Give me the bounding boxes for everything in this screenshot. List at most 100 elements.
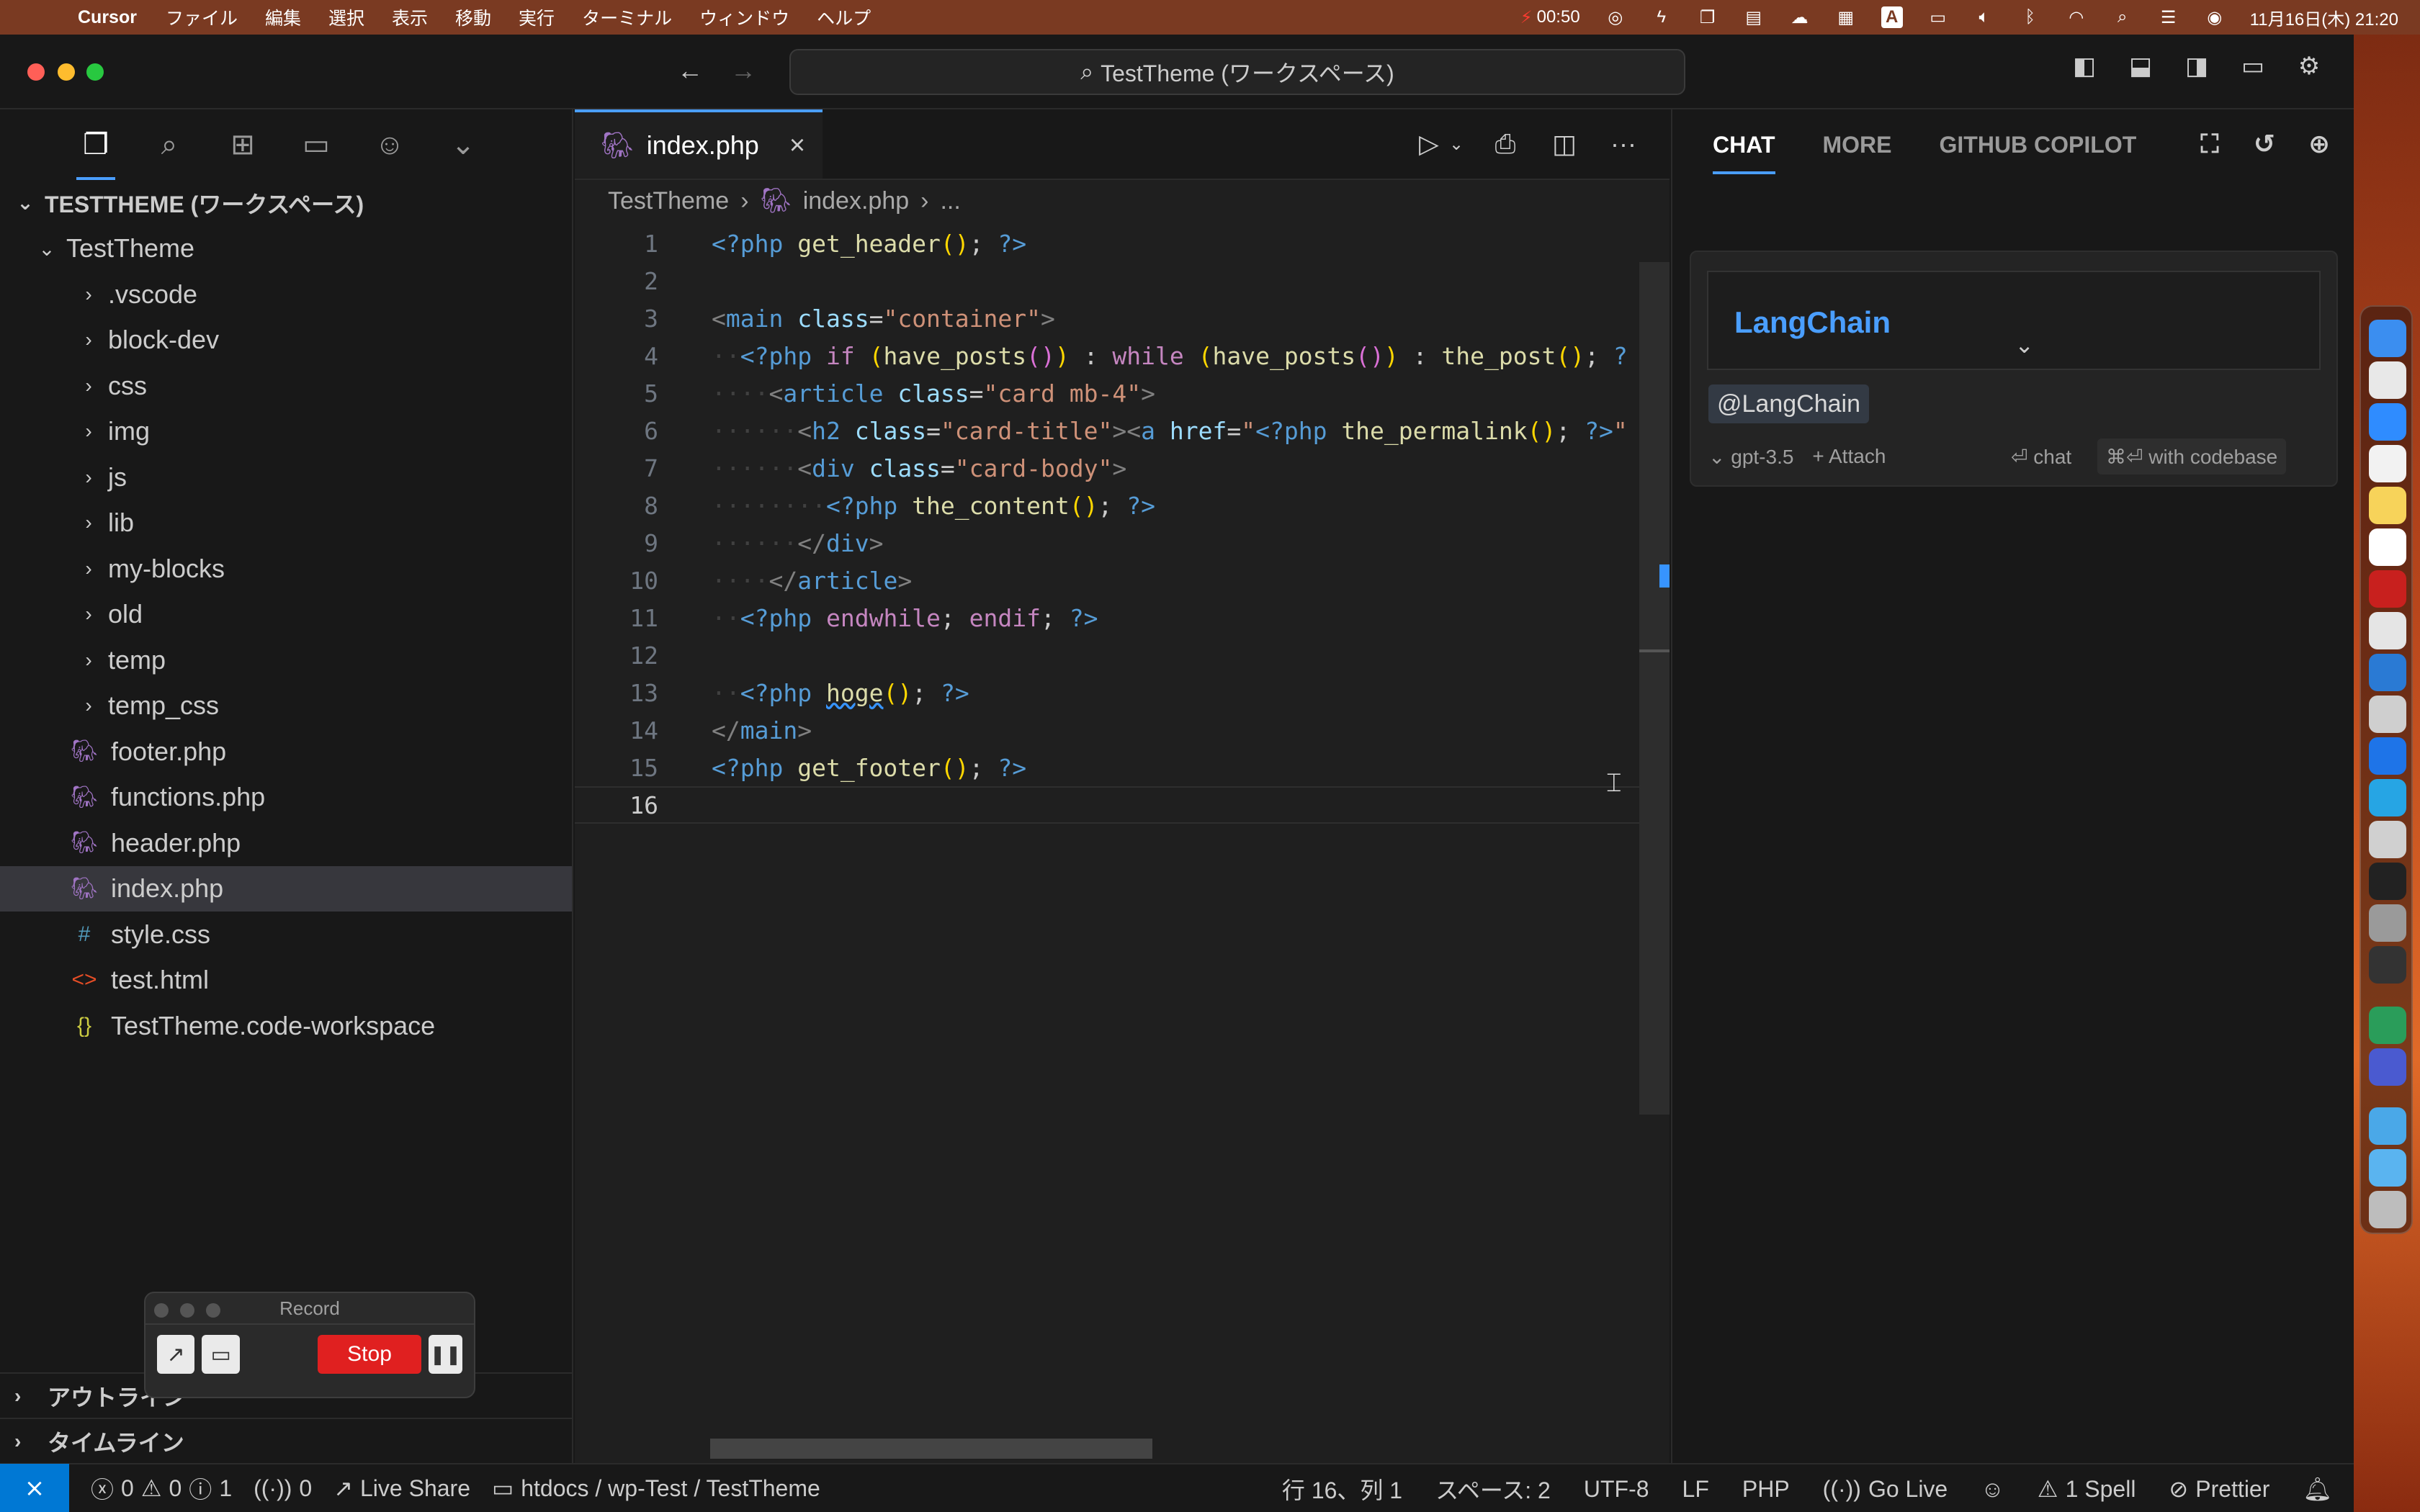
language-mode[interactable]: PHP	[1742, 1476, 1790, 1503]
app-store-icon[interactable]	[2369, 403, 2406, 441]
menu-file[interactable]: ファイル	[166, 4, 238, 30]
system-settings-icon[interactable]	[2369, 904, 2406, 942]
trash-icon[interactable]	[2369, 1191, 2406, 1228]
tree-folder[interactable]: › lib	[0, 500, 572, 546]
split-editor-icon[interactable]: ◫	[1547, 127, 1582, 161]
run-play-icon[interactable]: ▷	[1412, 127, 1446, 161]
tab-chat[interactable]: CHAT	[1713, 132, 1775, 174]
tree-folder[interactable]: › block-dev	[0, 318, 572, 364]
maximize-panel-icon[interactable]: ⛶	[2192, 127, 2227, 161]
launchpad-icon[interactable]	[2369, 361, 2406, 399]
window-minimize-button[interactable]	[58, 63, 75, 81]
chat-submit-button[interactable]: ⏎ chat	[2011, 445, 2071, 469]
recording-indicator[interactable]: ⚡ 00:50	[1520, 6, 1580, 28]
mention-chip[interactable]: @LangChain	[1708, 384, 1869, 423]
edge-icon[interactable]	[2369, 1007, 2406, 1044]
cursor-app-icon[interactable]	[2369, 1048, 2406, 1086]
maps-pin-icon[interactable]	[2369, 737, 2406, 775]
folder-icon[interactable]: ▭	[298, 127, 334, 163]
stop-button[interactable]: Stop	[317, 1335, 422, 1374]
record-close-dot[interactable]	[154, 1303, 169, 1318]
windows-icon[interactable]: ❐	[1697, 6, 1718, 28]
pause-button-icon[interactable]: ❚❚	[429, 1335, 462, 1374]
volume-icon[interactable]: 🔈︎	[1973, 6, 1995, 28]
tree-file[interactable]: 🐘︎ header.php	[0, 820, 572, 866]
clipboard-icon[interactable]: ▤	[1743, 6, 1765, 28]
reminders-icon[interactable]	[2369, 445, 2406, 482]
feedback-icon[interactable]: ▭	[2237, 50, 2269, 82]
tree-folder[interactable]: › js	[0, 454, 572, 500]
toggle-panel-icon[interactable]: ⬓	[2125, 50, 2156, 82]
spotlight-search-icon[interactable]: ⌕	[2112, 6, 2133, 28]
menu-edit[interactable]: 編集	[265, 4, 301, 30]
spell-check-indicator[interactable]: ⚠ 1 Spell	[2038, 1475, 2136, 1503]
print-icon[interactable]: ⎙	[1488, 127, 1523, 161]
tree-file-selected[interactable]: 🐘︎ index.php	[0, 865, 572, 912]
indentation[interactable]: スペース: 2	[1435, 1472, 1551, 1506]
close-icon[interactable]: ×	[789, 130, 805, 161]
explorer-files-icon[interactable]: ❐	[76, 127, 115, 180]
vertical-scrollbar[interactable]	[1639, 262, 1670, 1115]
code-editor[interactable]: 1 <?php get_header(); ?> 2 3 <main class="…	[575, 225, 1670, 1449]
model-selector[interactable]: ⌄ gpt-3.5	[1708, 445, 1793, 469]
nav-back-arrow-icon[interactable]: ←	[674, 55, 706, 86]
live-share-button[interactable]: ↗ Live Share	[333, 1475, 470, 1502]
control-center-icon[interactable]: ☰	[2158, 6, 2179, 28]
input-source-icon[interactable]: A	[1881, 6, 1903, 28]
end-of-line[interactable]: LF	[1682, 1476, 1709, 1503]
tree-file[interactable]: {} TestTheme.code-workspace	[0, 1003, 572, 1049]
record-max-dot[interactable]	[206, 1303, 220, 1318]
battery-icon[interactable]: ▭	[1927, 6, 1949, 28]
record-arrow-tool-icon[interactable]: ↗	[157, 1335, 195, 1374]
with-codebase-button[interactable]: ⌘⏎ with codebase	[2097, 438, 2287, 474]
timeline-section-header[interactable]: › タイムライン	[0, 1418, 573, 1463]
more-actions-icon[interactable]: ···	[1606, 127, 1641, 161]
notifications-bell-icon[interactable]: 🔔︎	[2303, 1475, 2332, 1503]
copilot-icon[interactable]: ☺	[372, 127, 408, 163]
tree-folder[interactable]: › img	[0, 409, 572, 455]
menubar-datetime[interactable]: 11月16日(木) 21:20	[2250, 6, 2398, 30]
tree-folder[interactable]: › old	[0, 592, 572, 638]
chevron-down-icon[interactable]: ⌄	[2015, 331, 2034, 359]
encoding[interactable]: UTF-8	[1584, 1476, 1649, 1503]
go-live-button[interactable]: ((·)) Go Live	[1823, 1476, 1948, 1503]
tab-github-copilot[interactable]: GITHUB COPILOT	[1940, 132, 2137, 158]
ports-indicator[interactable]: ((·)) 0	[254, 1475, 312, 1502]
search-view-icon[interactable]: ⌕	[151, 127, 187, 163]
problems-indicator[interactable]: ⓧ 0 ⚠ 0 ⓘ 1	[91, 1472, 232, 1505]
downloads-folder-icon[interactable]	[2369, 1107, 2406, 1145]
workspace-path[interactable]: ▭ htdocs / wp-Test / TestTheme	[492, 1475, 820, 1502]
breadcrumb-folder[interactable]: TestTheme	[608, 187, 729, 215]
record-window-tool-icon[interactable]: ▭	[202, 1335, 240, 1374]
attach-button[interactable]: + Attach	[1812, 445, 1886, 468]
vscode-icon[interactable]	[2369, 654, 2406, 691]
toggle-secondary-sidebar-icon[interactable]: ◨	[2181, 50, 2213, 82]
breadcrumb-symbol[interactable]: ...	[940, 187, 960, 215]
applications-folder-icon[interactable]	[2369, 1149, 2406, 1187]
menu-selection[interactable]: 選択	[328, 4, 364, 30]
horizontal-scrollbar[interactable]	[710, 1439, 1152, 1459]
menu-view[interactable]: 表示	[392, 4, 428, 30]
chrome-icon[interactable]	[2369, 612, 2406, 649]
menu-app-name[interactable]: Cursor	[78, 7, 137, 28]
notion-icon[interactable]	[2369, 528, 2406, 566]
notes-icon[interactable]	[2369, 487, 2406, 524]
command-center-search[interactable]: ⌕ TestTheme (ワークスペース)	[789, 49, 1685, 95]
database-icon[interactable]	[2369, 821, 2406, 858]
nav-forward-arrow-icon[interactable]: →	[727, 55, 759, 86]
bluetooth-icon[interactable]: ᛒ	[2020, 6, 2041, 28]
activity-monitor-icon[interactable]	[2369, 946, 2406, 984]
tree-folder[interactable]: › my-blocks	[0, 546, 572, 592]
sequel-ace-icon[interactable]	[2369, 696, 2406, 733]
menu-window[interactable]: ウィンドウ	[699, 4, 789, 30]
cloud-icon[interactable]: ☁	[1789, 6, 1811, 28]
prettier-indicator[interactable]: ⊘ Prettier	[2169, 1475, 2269, 1503]
bolt-app-icon[interactable]: ϟ	[1651, 6, 1672, 28]
finder-icon[interactable]	[2369, 320, 2406, 357]
breadcrumb-file[interactable]: index.php	[803, 187, 909, 215]
cursor-position[interactable]: 行 16、列 1	[1282, 1472, 1402, 1506]
tab-index-php[interactable]: 🐘︎ index.php ×	[575, 109, 823, 179]
tree-file[interactable]: 🐘︎ footer.php	[0, 729, 572, 775]
tree-folder[interactable]: › css	[0, 363, 572, 409]
more-views-chevron-down-icon[interactable]: ⌄	[445, 127, 481, 163]
